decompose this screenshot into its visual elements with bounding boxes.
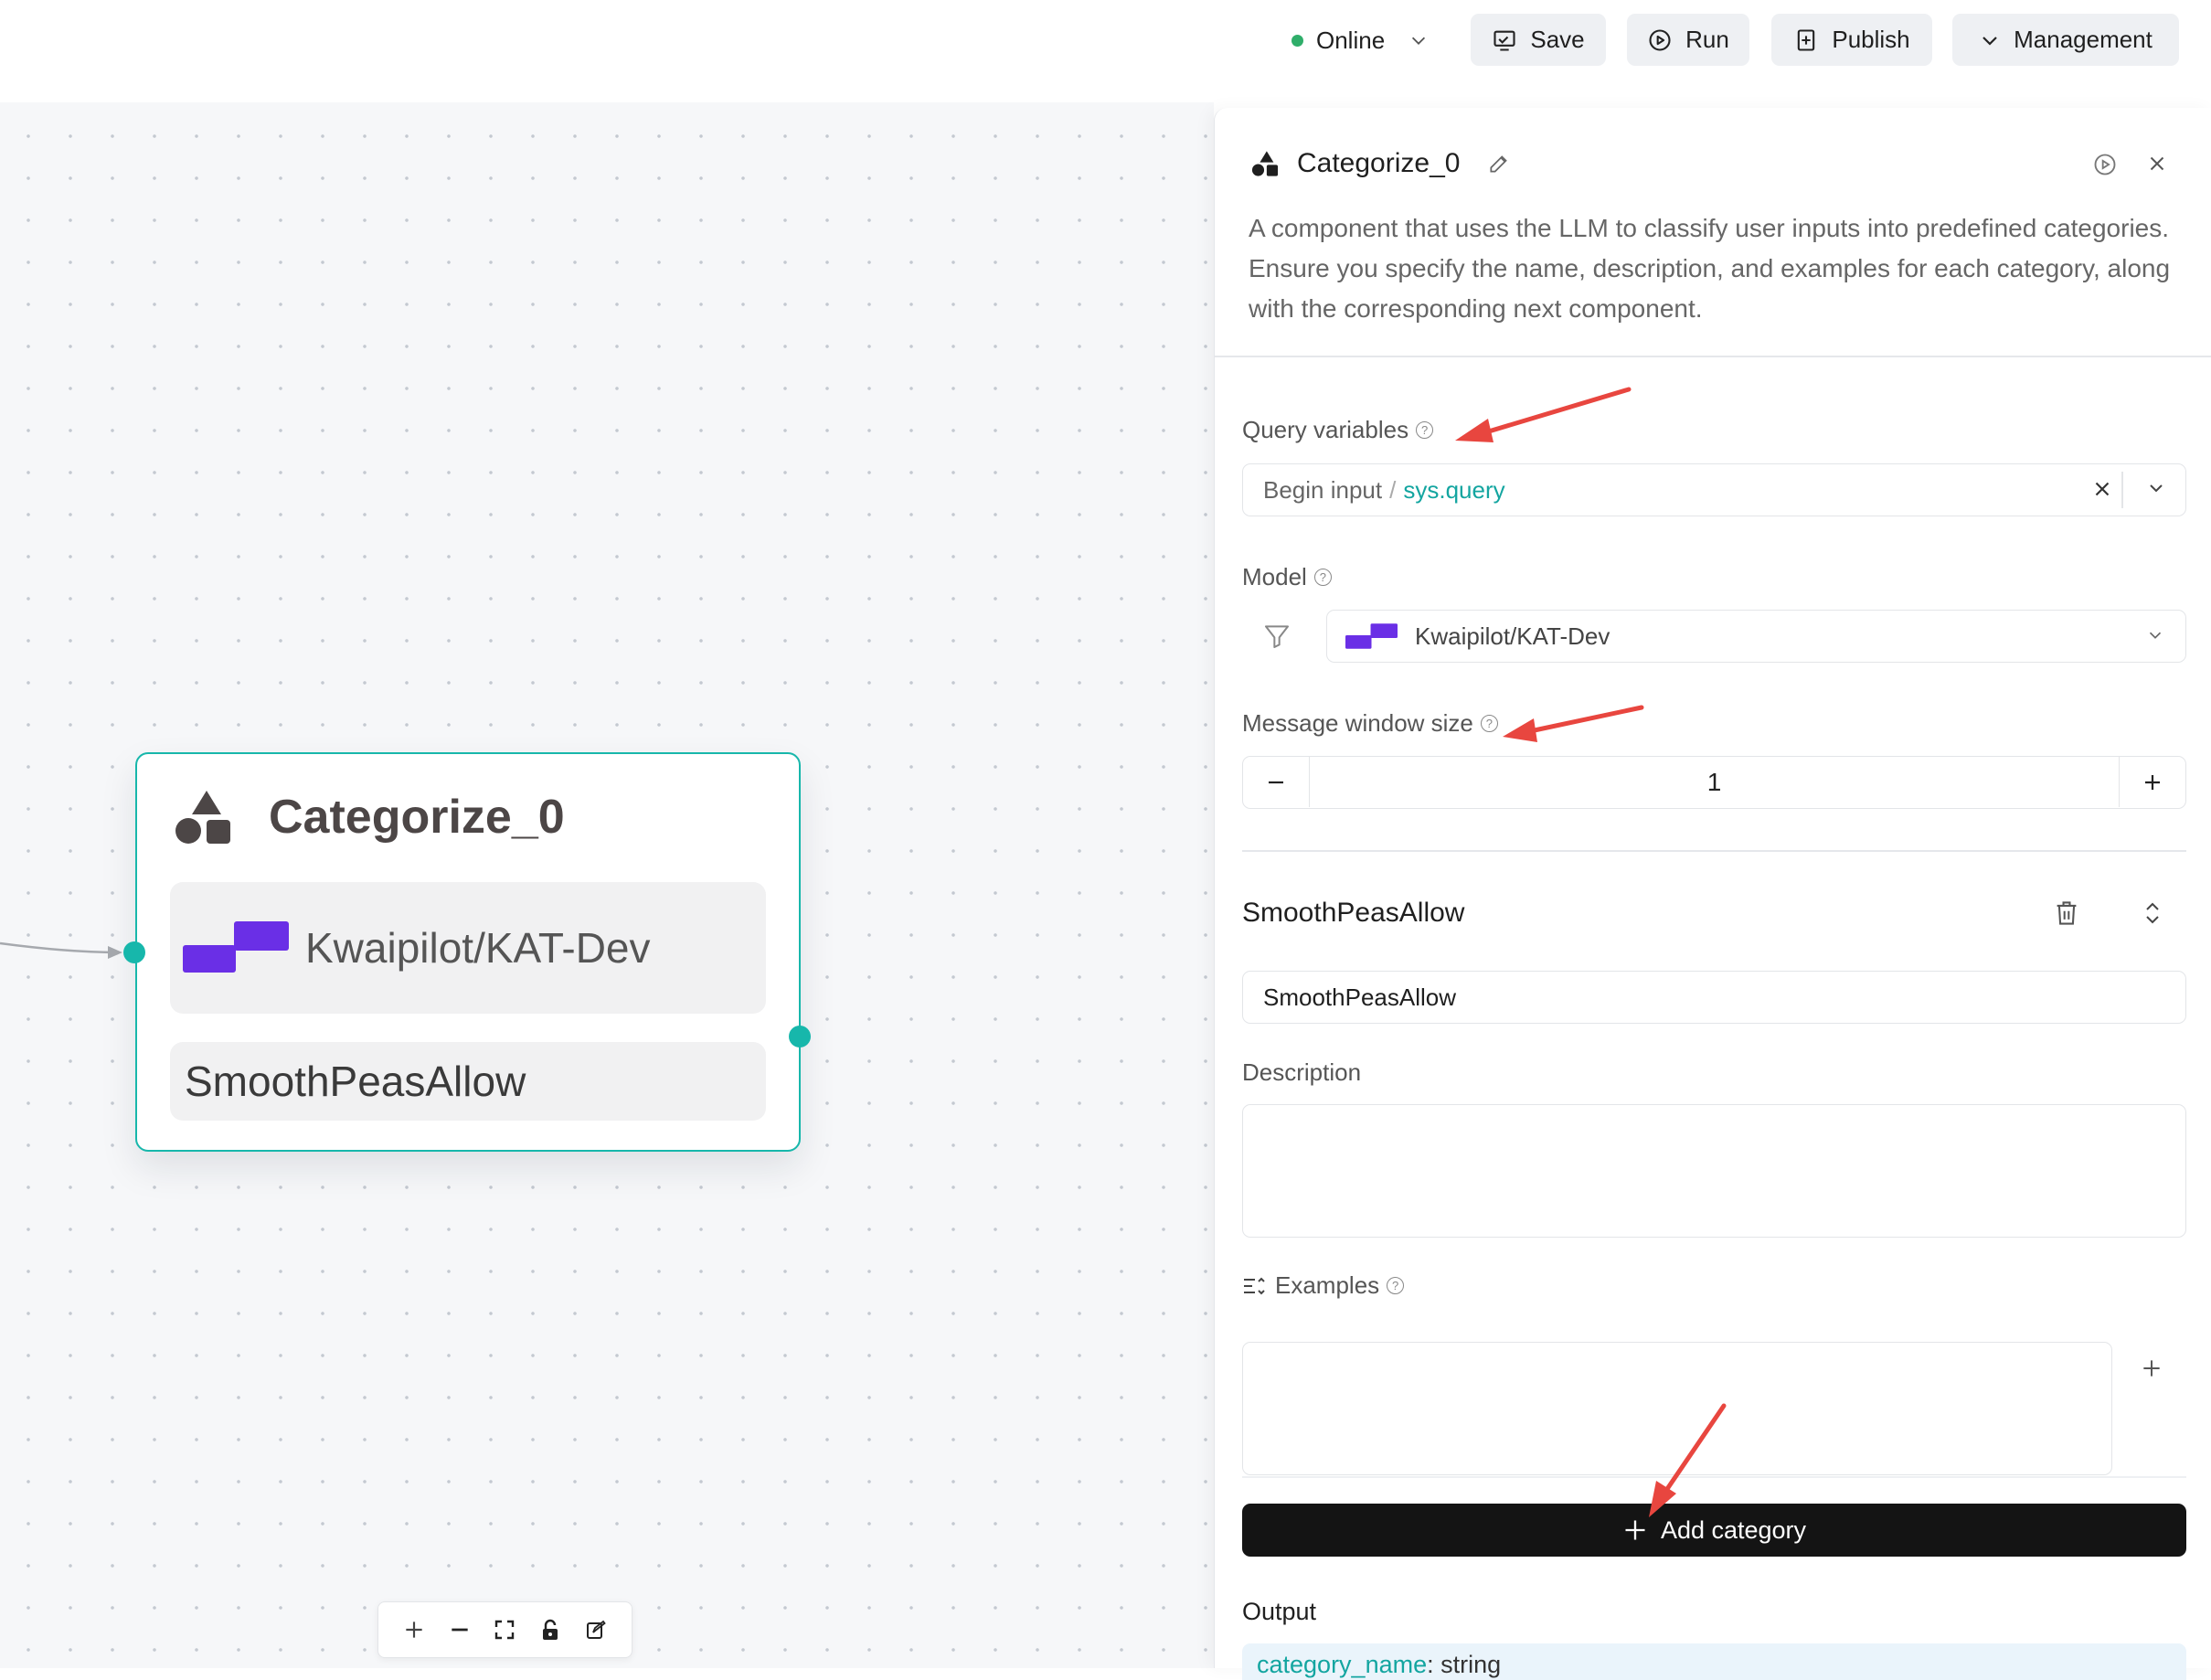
shapes-icon [1251,150,1279,177]
add-category-button[interactable]: Add category [1242,1504,2186,1557]
query-variables-select[interactable]: Begin input / sys.query [1242,463,2186,516]
panel-header: Categorize_0 [1251,148,1511,179]
management-label: Management [2014,26,2153,53]
add-example-icon[interactable] [2140,1356,2163,1380]
lock-icon[interactable] [534,1613,567,1646]
query-variable: sys.query [1403,475,1505,504]
save-label: Save [1530,26,1585,53]
description-label-text: Description [1242,1058,1362,1086]
node-input-handle[interactable] [123,941,145,963]
panel-title: Categorize_0 [1297,148,1461,178]
panel-description: A component that uses the LLM to classif… [1249,214,2171,323]
examples-label: Examples ? [1242,1271,1405,1300]
top-toolbar: Online Save Run Publish Management [0,0,2211,102]
management-button[interactable]: Management [1952,14,2179,66]
examples-textarea[interactable] [1242,1342,2112,1475]
kwaipilot-logo-icon [1345,622,1398,650]
fit-view-icon[interactable] [488,1613,521,1646]
category-name-input[interactable]: SmoothPeasAllow [1242,971,2186,1024]
save-button[interactable]: Save [1471,14,1606,66]
expand-collapse-icon[interactable] [2142,899,2163,927]
message-window-stepper: 1 [1242,756,2186,809]
node-header: Categorize_0 [174,789,565,845]
increment-button[interactable] [2120,757,2185,807]
edit-pencil-icon[interactable] [1487,152,1511,175]
category-title: SmoothPeasAllow [1242,898,1465,928]
list-icon [1242,1275,1268,1297]
model-label: Model ? [1242,563,1332,591]
output-label: Output [1242,1598,1317,1625]
message-window-label-text: Message window size [1242,709,1473,737]
online-status-dot [1292,34,1303,47]
query-separator: / [1389,475,1397,504]
kwaipilot-logo-icon [183,921,291,974]
run-button[interactable]: Run [1627,14,1749,66]
canvas-controls [377,1601,632,1658]
categorize-node[interactable]: Categorize_0 Kwaipilot/KAT-Dev SmoothPea… [135,752,801,1152]
status-label: Online [1316,26,1386,54]
note-icon[interactable] [579,1613,612,1646]
model-label-text: Model [1242,563,1307,590]
node-category-chip: SmoothPeasAllow [170,1042,766,1121]
examples-label-text: Examples [1275,1271,1380,1299]
play-circle-icon [1647,27,1673,53]
publish-label: Publish [1832,26,1910,53]
header-divider [1215,356,2211,357]
output-key: category_name [1257,1651,1428,1678]
query-variables-label-text: Query variables [1242,416,1409,443]
chevron-down-icon[interactable] [2145,477,2167,499]
chevron-down-icon [1398,30,1429,50]
section-divider [1242,850,2186,852]
help-icon[interactable]: ? [1416,421,1434,439]
output-type: : string [1427,1651,1502,1678]
shapes-icon [174,789,232,845]
chevron-down-icon [1979,29,2001,51]
node-title: Categorize_0 [269,791,565,844]
decrement-button[interactable] [1243,757,1309,807]
node-model-name: Kwaipilot/KAT-Dev [305,924,651,972]
model-select-value: Kwaipilot/KAT-Dev [1415,622,1610,650]
add-category-label: Add category [1660,1515,1807,1544]
output-variables: category_name: string [1242,1643,2186,1680]
flow-canvas[interactable]: Categorize_0 Kwaipilot/KAT-Dev SmoothPea… [0,102,1214,1668]
help-icon[interactable]: ? [1313,569,1332,586]
node-model-chip: Kwaipilot/KAT-Dev [170,882,766,1014]
message-window-label: Message window size ? [1242,709,1498,738]
trash-icon[interactable] [2054,899,2079,927]
message-window-input[interactable]: 1 [1309,757,2120,807]
save-icon [1492,27,1517,53]
node-config-panel: Categorize_0 A component that uses the L… [1214,108,2211,1680]
node-output-handle[interactable] [789,1026,811,1047]
model-select[interactable]: Kwaipilot/KAT-Dev [1326,610,2186,663]
description-label: Description [1242,1058,1361,1087]
close-icon[interactable] [2145,152,2169,175]
query-variables-label: Query variables ? [1242,416,1434,444]
help-icon[interactable]: ? [1480,715,1498,732]
status-dropdown[interactable]: Online [1292,20,1429,60]
publish-button[interactable]: Publish [1771,14,1932,66]
run-label: Run [1685,26,1729,53]
query-source: Begin input [1263,475,1383,504]
minus-icon[interactable] [443,1613,476,1646]
help-icon[interactable]: ? [1387,1277,1405,1294]
category-description-textarea[interactable] [1242,1104,2186,1238]
run-node-icon[interactable] [2092,152,2118,177]
chevron-down-icon [2145,625,2165,645]
publish-icon [1793,27,1819,53]
examples-divider [1242,1476,2186,1478]
filter-icon[interactable] [1262,622,1292,651]
clear-icon[interactable] [2090,477,2114,501]
plus-icon [1622,1517,1648,1543]
select-divider [2121,472,2123,508]
plus-icon[interactable] [398,1613,431,1646]
